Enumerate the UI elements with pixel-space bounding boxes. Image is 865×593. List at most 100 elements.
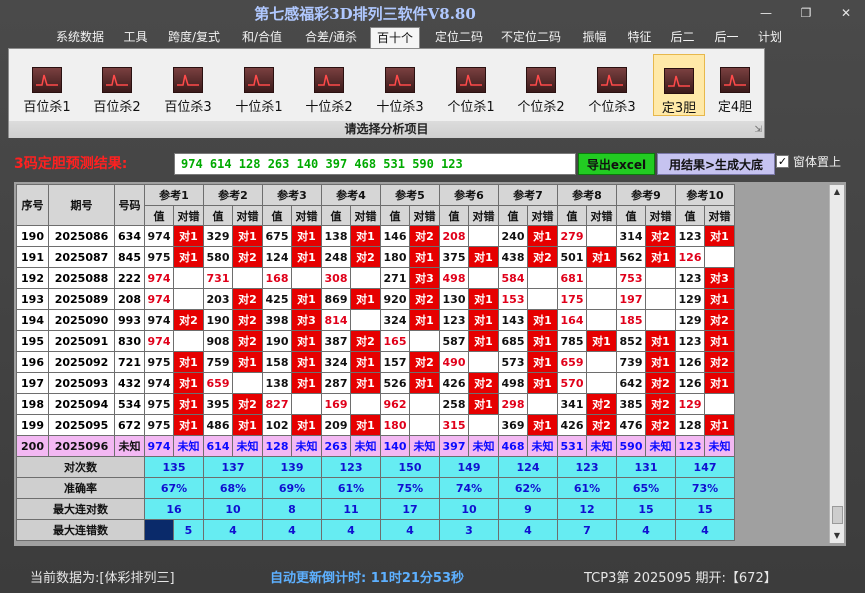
seq-cell: 199 [16, 414, 49, 436]
value-cell: 308 [321, 267, 351, 289]
mark-cell [350, 267, 381, 289]
mark-cell: 对1 [232, 351, 263, 373]
ribbon-button[interactable]: 百位杀1 [15, 54, 79, 116]
menu-bar: 系统数据 工具 跨度/复式 和/合值 合差/通杀 百十个 定位二码 不定位二码 振幅 特征 后二 后一… [0, 26, 865, 48]
value-cell: 126 [675, 351, 705, 373]
stats-value: 131 [616, 456, 676, 478]
table-row[interactable]: 194 2025090 993 974 对2 190 对2 398 对3 814 324 对1 123 对… [16, 309, 735, 331]
value-cell: 190 [203, 309, 233, 331]
value-cell: 975 [144, 246, 174, 268]
mark-cell: 对1 [468, 330, 499, 352]
value-cell: 130 [439, 288, 469, 310]
col-header-mark: 对错 [527, 205, 558, 226]
col-header-value: 值 [380, 205, 410, 226]
mark-cell: 对1 [173, 414, 204, 436]
ribbon-button[interactable]: 十位杀3 [368, 54, 432, 116]
mark-cell: 对1 [468, 393, 499, 415]
ribbon-button[interactable]: 百位杀3 [156, 54, 220, 116]
menu-item[interactable]: 后二 [666, 27, 699, 48]
mark-cell: 对2 [409, 351, 440, 373]
minimize-icon[interactable]: — [754, 5, 778, 21]
menu-item[interactable]: 不定位二码 [495, 27, 567, 48]
ribbon-button[interactable]: 十位杀2 [297, 54, 361, 116]
chart-icon [32, 67, 62, 93]
scroll-thumb[interactable] [832, 506, 843, 524]
ribbon-button[interactable]: 个位杀3 [580, 54, 644, 116]
value-cell: 123 [675, 330, 705, 352]
maximize-icon[interactable]: ❐ [794, 5, 818, 21]
value-cell: 659 [203, 372, 233, 394]
menu-item[interactable]: 和/合值 [236, 27, 288, 48]
stats-value: 73% [675, 477, 735, 499]
ribbon-button[interactable]: 个位杀1 [439, 54, 503, 116]
ribbon-expand-icon[interactable]: ⇲ [754, 125, 762, 135]
menu-item[interactable]: 跨度/复式 [163, 27, 225, 48]
generate-base-button[interactable]: 用结果>生成大底 [657, 153, 775, 175]
table-row[interactable]: 192 2025088 222 974 731 168 308 271 对3 498 584 681 7… [16, 267, 735, 289]
chart-icon [314, 67, 344, 93]
mark-cell: 对1 [291, 225, 322, 247]
menu-item[interactable]: 定位二码 [428, 27, 490, 48]
export-excel-button[interactable]: 导出excel [578, 153, 655, 175]
table-row[interactable]: 193 2025089 208 974 203 对2 425 对1 869 对1 920 对2 130 对… [16, 288, 735, 310]
scroll-down-icon[interactable]: ▼ [830, 529, 844, 543]
close-icon[interactable]: ✕ [834, 5, 858, 21]
mark-cell [350, 393, 381, 415]
mark-cell: 对1 [527, 225, 558, 247]
scroll-up-icon[interactable]: ▲ [830, 185, 844, 199]
mark-cell [586, 372, 617, 394]
ribbon-button[interactable]: 十位杀1 [227, 54, 291, 116]
menu-item[interactable]: 振幅 [576, 27, 613, 48]
stats-value: 68% [203, 477, 263, 499]
stats-value: 9 [498, 498, 558, 520]
mark-cell: 未知 [173, 435, 204, 457]
ribbon-button-label: 十位杀1 [235, 100, 283, 115]
ontop-checkbox[interactable]: ✓ 窗体置上 [776, 155, 841, 173]
stats-value: 17 [380, 498, 440, 520]
vertical-scrollbar[interactable]: ▲ ▼ [829, 185, 844, 543]
ribbon-button[interactable]: 定4胆 [709, 54, 761, 116]
menu-item[interactable]: 特征 [621, 27, 658, 48]
menu-item[interactable]: 工具 [117, 27, 154, 48]
table-row[interactable]: 198 2025094 534 975 对1 395 对2 827 169 962 258 对1 298… [16, 393, 735, 415]
ribbon-button[interactable]: 个位杀2 [509, 54, 573, 116]
seq-cell: 192 [16, 267, 49, 289]
mark-cell: 未知 [350, 435, 381, 457]
table-row[interactable]: 196 2025092 721 975 对1 759 对1 158 对1 324 对1 157 对2 49… [16, 351, 735, 373]
mark-cell: 对2 [409, 225, 440, 247]
col-header-value: 值 [675, 205, 705, 226]
ribbon-button[interactable]: 百位杀2 [85, 54, 149, 116]
stats-value: 4 [321, 519, 381, 541]
value-cell: 314 [616, 225, 646, 247]
col-header-mark: 对错 [645, 205, 676, 226]
table-row[interactable]: 195 2025091 830 974 908 对2 190 对1 387 对2 165 587 对1 6… [16, 330, 735, 352]
mark-cell [350, 309, 381, 331]
stats-value: 7 [557, 519, 617, 541]
mark-cell: 未知 [704, 435, 735, 457]
menu-item[interactable]: 计划 [754, 27, 786, 48]
result-field[interactable]: 974 614 128 263 140 397 468 531 590 123 [174, 153, 576, 175]
table-row[interactable]: 191 2025087 845 975 对1 580 对2 124 对1 248 对2 180 对1 37… [16, 246, 735, 268]
table-row[interactable]: 197 2025093 432 974 对1 659 138 对1 287 对1 526 对1 426 对… [16, 372, 735, 394]
menu-item[interactable]: 合差/通杀 [298, 27, 364, 48]
prediction-row[interactable]: 200 2025096 未知 974 未知 614 未知 128 未知 263 未知 140 未知 397… [16, 435, 735, 457]
mark-cell: 对2 [586, 393, 617, 415]
table-row[interactable]: 199 2025095 672 975 对1 486 对1 102 对1 209 对1 180 315 3… [16, 414, 735, 436]
mark-cell: 对1 [291, 288, 322, 310]
col-header-mark: 对错 [704, 205, 735, 226]
table-row[interactable]: 190 2025086 634 974 对1 329 对1 675 对1 138 对1 146 对2 20… [16, 225, 735, 247]
ribbon-button[interactable]: 定3胆 [653, 54, 705, 116]
menu-item[interactable]: 百十个 [370, 27, 420, 48]
chart-icon [720, 67, 750, 93]
stats-label: 对次数 [16, 456, 145, 478]
mark-cell: 对2 [704, 309, 735, 331]
mark-cell: 对1 [645, 330, 676, 352]
mark-cell: 对1 [173, 351, 204, 373]
value-cell: 143 [498, 309, 528, 331]
check-icon[interactable]: ✓ [776, 155, 789, 168]
menu-item[interactable]: 系统数据 [51, 27, 109, 48]
mark-cell [586, 351, 617, 373]
chart-icon [664, 68, 694, 94]
menu-item[interactable]: 后一 [708, 27, 745, 48]
value-cell: 164 [557, 309, 587, 331]
